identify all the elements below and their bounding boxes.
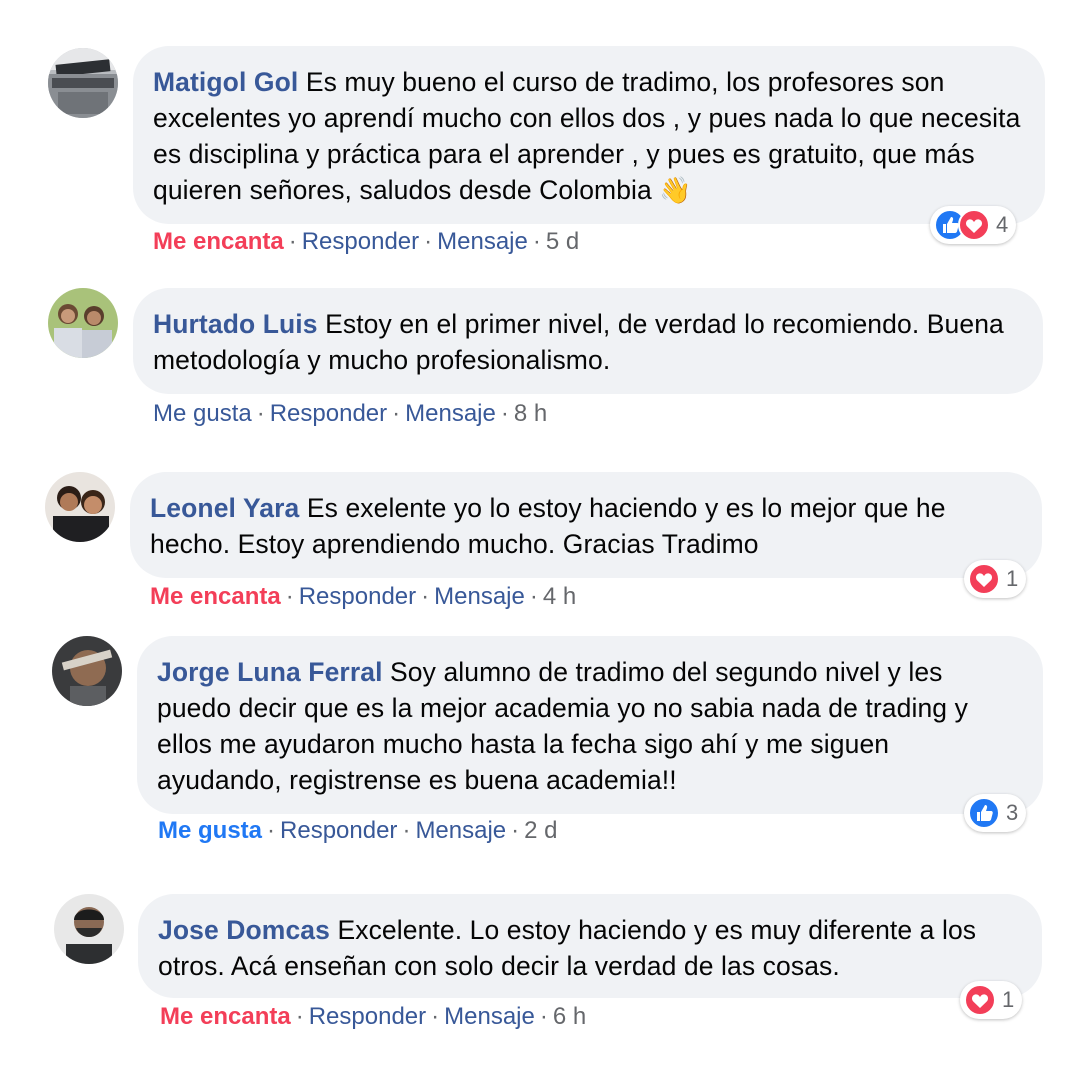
reply-link[interactable]: Responder xyxy=(280,817,397,844)
avatar[interactable] xyxy=(45,472,115,542)
comment-bubble: Hurtado Luis Estoy en el primer nivel, d… xyxy=(133,288,1043,394)
separator: · xyxy=(421,583,430,610)
separator: · xyxy=(267,817,276,844)
comment-timestamp[interactable]: 6 h xyxy=(553,1003,586,1030)
separator: · xyxy=(431,1003,440,1030)
reply-link[interactable]: Responder xyxy=(302,228,419,255)
comment-bubble: Matigol Gol Es muy bueno el curso de tra… xyxy=(133,46,1045,224)
separator: · xyxy=(500,400,509,427)
reaction-like-link[interactable]: Me gusta xyxy=(158,817,262,844)
reply-link[interactable]: Responder xyxy=(309,1003,426,1030)
message-link[interactable]: Mensaje xyxy=(405,400,496,427)
reply-link[interactable]: Responder xyxy=(270,400,387,427)
comment-actions: Me encanta · Responder · Mensaje · 4 h xyxy=(150,583,576,611)
separator: · xyxy=(285,583,294,610)
message-link[interactable]: Mensaje xyxy=(437,228,528,255)
avatar-photo xyxy=(48,288,118,358)
separator: · xyxy=(402,817,411,844)
comment-actions: Me encanta · Responder · Mensaje · 6 h xyxy=(160,1003,586,1031)
like-icon xyxy=(968,797,1000,829)
comment-timestamp[interactable]: 5 d xyxy=(546,228,579,255)
avatar[interactable] xyxy=(48,48,118,118)
love-icon xyxy=(964,984,996,1016)
comment-bubble: Jose Domcas Excelente. Lo estoy haciendo… xyxy=(138,894,1042,998)
comment-actions: Me gusta · Responder · Mensaje · 2 d xyxy=(158,817,558,845)
like-link[interactable]: Me gusta xyxy=(153,400,252,427)
separator: · xyxy=(539,1003,548,1030)
reaction-count: 3 xyxy=(1006,800,1019,825)
reaction-summary[interactable]: 3 xyxy=(964,794,1027,832)
separator: · xyxy=(256,400,265,427)
message-link[interactable]: Mensaje xyxy=(415,817,506,844)
reaction-summary[interactable]: 4 xyxy=(930,206,1017,244)
separator: · xyxy=(532,228,541,255)
comment-author[interactable]: Matigol Gol xyxy=(153,67,298,97)
reaction-count: 1 xyxy=(1006,566,1019,591)
message-link[interactable]: Mensaje xyxy=(434,583,525,610)
separator: · xyxy=(424,228,433,255)
comment-author[interactable]: Leonel Yara xyxy=(150,493,299,523)
avatar[interactable] xyxy=(48,288,118,358)
comment-author[interactable]: Hurtado Luis xyxy=(153,309,318,339)
avatar[interactable] xyxy=(54,894,124,964)
reply-link[interactable]: Responder xyxy=(299,583,416,610)
comment-actions: Me gusta · Responder · Mensaje · 8 h xyxy=(153,400,547,428)
comment-author[interactable]: Jorge Luna Ferral xyxy=(157,657,383,687)
comment-timestamp[interactable]: 2 d xyxy=(524,817,557,844)
avatar-photo xyxy=(54,894,124,964)
message-link[interactable]: Mensaje xyxy=(444,1003,535,1030)
separator: · xyxy=(392,400,401,427)
comment-timestamp[interactable]: 8 h xyxy=(514,400,547,427)
reaction-count: 1 xyxy=(1002,987,1015,1012)
comment-bubble: Jorge Luna Ferral Soy alumno de tradimo … xyxy=(137,636,1043,814)
avatar-photo xyxy=(52,636,122,706)
reaction-love-link[interactable]: Me encanta xyxy=(153,228,284,255)
reaction-love-link[interactable]: Me encanta xyxy=(150,583,281,610)
reaction-count: 4 xyxy=(996,212,1009,237)
comment-bubble: Leonel Yara Es exelente yo lo estoy haci… xyxy=(130,472,1042,578)
separator: · xyxy=(288,228,297,255)
love-icon xyxy=(968,563,1000,595)
waving-hand-emoji: 👋 xyxy=(659,175,692,205)
avatar-photo xyxy=(45,472,115,542)
avatar[interactable] xyxy=(52,636,122,706)
reaction-love-link[interactable]: Me encanta xyxy=(160,1003,291,1030)
love-icon xyxy=(958,209,990,241)
reaction-summary[interactable]: 1 xyxy=(964,560,1027,598)
avatar-photo xyxy=(48,48,118,118)
comment-timestamp[interactable]: 4 h xyxy=(543,583,576,610)
reaction-summary[interactable]: 1 xyxy=(960,981,1023,1019)
separator: · xyxy=(295,1003,304,1030)
separator: · xyxy=(529,583,538,610)
separator: · xyxy=(511,817,520,844)
comment-author[interactable]: Jose Domcas xyxy=(158,915,330,945)
comment-actions: Me encanta · Responder · Mensaje · 5 d xyxy=(153,228,579,256)
